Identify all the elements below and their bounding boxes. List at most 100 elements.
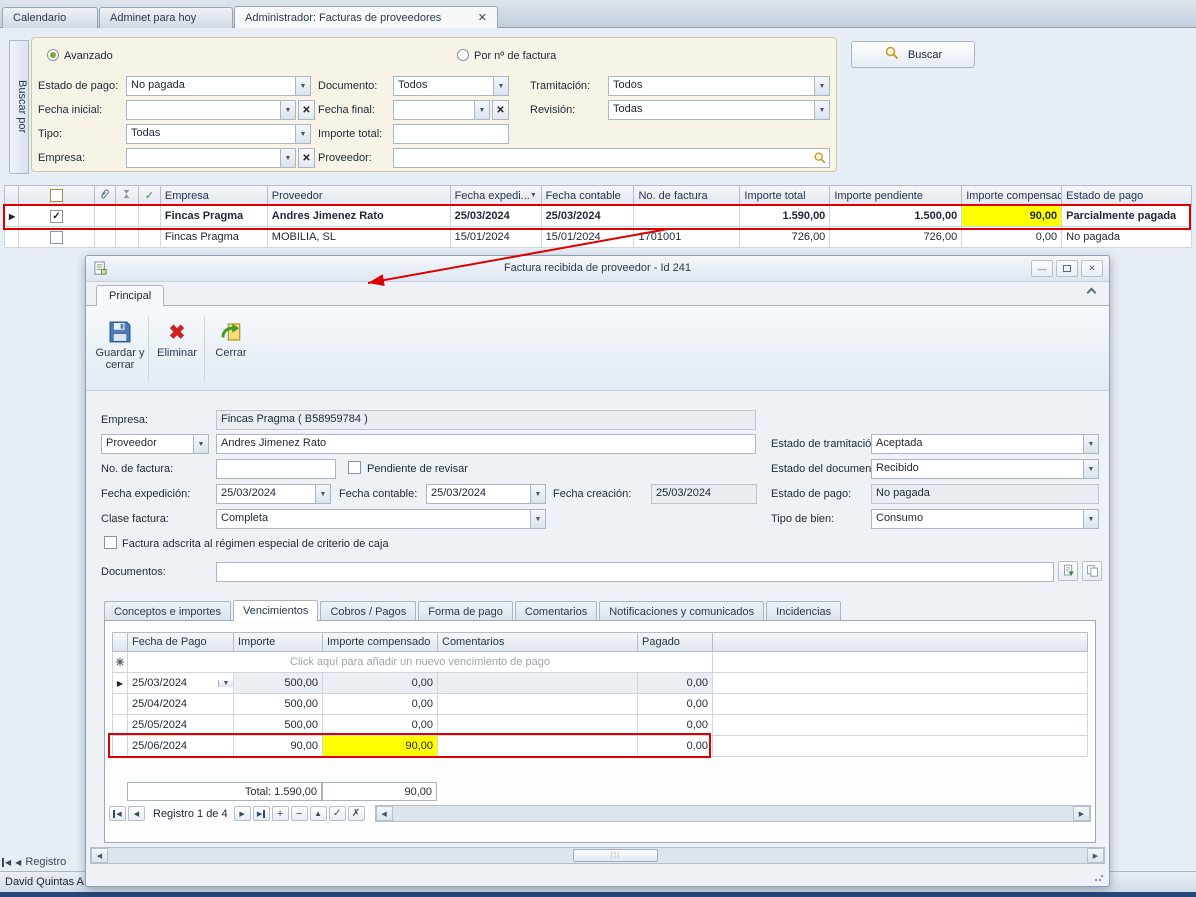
cell-comentarios[interactable]: [438, 694, 638, 715]
col-header-importe-total[interactable]: Importe total: [740, 185, 830, 206]
chevron-down-icon[interactable]: ▼: [1083, 435, 1098, 453]
venc-row-selected[interactable]: ▶ 25/03/2024▼ 500,00 0,00 0,00: [112, 673, 1088, 694]
cancel-edit-icon[interactable]: ✗: [348, 806, 365, 821]
tab-incidencias[interactable]: Incidencias: [766, 601, 841, 621]
chevron-down-icon[interactable]: ▼: [193, 435, 208, 453]
dialog-title-bar[interactable]: Factura recibida de proveedor - Id 241 —…: [86, 256, 1109, 282]
select-all-header[interactable]: [19, 185, 95, 206]
cell-importe-compensado[interactable]: 0,00: [323, 694, 438, 715]
estado-tramitacion-select[interactable]: Aceptada▼: [871, 434, 1099, 454]
cell-importe-compensado[interactable]: 0,00: [962, 227, 1062, 248]
pendiente-revisar-checkbox[interactable]: [348, 461, 361, 474]
cell-pagado[interactable]: 0,00: [638, 673, 713, 694]
last-record-icon[interactable]: ▶: [253, 806, 270, 821]
fecha-inicial-picker[interactable]: ▼: [126, 100, 296, 120]
fecha-final-picker[interactable]: ▼: [393, 100, 490, 120]
col-header-fecha-contable[interactable]: Fecha contable: [542, 185, 635, 206]
tramitacion-select[interactable]: Todos▼: [608, 76, 830, 96]
tab-comentarios[interactable]: Comentarios: [515, 601, 597, 621]
documento-select[interactable]: Todos▼: [393, 76, 509, 96]
attachment-column-header[interactable]: [95, 185, 116, 206]
cell-estado-pago[interactable]: Parcialmente pagada: [1062, 206, 1192, 227]
dlg-proveedor-field[interactable]: Andres Jimenez Rato: [216, 434, 756, 454]
restore-icon[interactable]: [1056, 260, 1078, 277]
cell-importe[interactable]: 500,00: [234, 715, 323, 736]
dialog-horizontal-scrollbar[interactable]: ◀ ⁞⁞⁞ ▶: [90, 847, 1105, 864]
chevron-down-icon[interactable]: ▼: [218, 680, 233, 687]
col-header-empresa[interactable]: Empresa: [161, 185, 268, 206]
documentos-field[interactable]: [216, 562, 1054, 582]
proveedor-input[interactable]: [393, 148, 830, 168]
next-record-icon[interactable]: ▶: [234, 806, 251, 821]
tab-calendario[interactable]: Calendario: [2, 7, 98, 28]
venc-row[interactable]: 25/05/2024 500,00 0,00 0,00: [112, 715, 1088, 736]
chevron-down-icon[interactable]: ▼: [295, 125, 310, 143]
invoice-row[interactable]: Fincas Pragma MOBILIA, SL 15/01/2024 15/…: [4, 227, 1192, 248]
chevron-down-icon[interactable]: ▼: [530, 485, 545, 503]
chevron-down-icon[interactable]: ▼: [280, 149, 295, 167]
fecha-contable-picker[interactable]: 25/03/2024▼: [426, 484, 546, 504]
cell-fecha-expedicion[interactable]: 15/01/2024: [451, 227, 542, 248]
cell-proveedor[interactable]: MOBILIA, SL: [268, 227, 451, 248]
tab-facturas-proveedores[interactable]: Administrador: Facturas de proveedores ✕: [234, 6, 498, 28]
fecha-expedicion-picker[interactable]: 25/03/2024▼: [216, 484, 331, 504]
scroll-right-icon[interactable]: ▶: [1073, 806, 1090, 821]
estado-pago-select[interactable]: No pagada▼: [126, 76, 311, 96]
clase-factura-select[interactable]: Completa▼: [216, 509, 546, 529]
chevron-down-icon[interactable]: ▼: [295, 77, 310, 95]
cell-importe-compensado-highlighted[interactable]: 90,00: [323, 736, 438, 757]
scroll-left-icon[interactable]: ◀: [376, 806, 393, 821]
col-header-importe[interactable]: Importe: [234, 632, 323, 652]
append-record-icon[interactable]: +: [272, 806, 289, 821]
cell-fecha-contable[interactable]: 25/03/2024: [542, 206, 635, 227]
add-document-button[interactable]: [1058, 561, 1078, 581]
attachment-cell[interactable]: [95, 227, 116, 248]
cell-empresa[interactable]: Fincas Pragma: [161, 206, 268, 227]
chevron-down-icon[interactable]: ▼: [474, 101, 489, 119]
delete-record-icon[interactable]: −: [291, 806, 308, 821]
cell-importe-pendiente[interactable]: 1.500,00: [830, 206, 962, 227]
pending-cell[interactable]: [116, 206, 139, 227]
first-record-icon[interactable]: ◀: [109, 806, 126, 821]
buscar-button[interactable]: Buscar: [851, 41, 975, 68]
venc-row[interactable]: 25/04/2024 500,00 0,00 0,00: [112, 694, 1088, 715]
reviewed-cell[interactable]: [139, 206, 161, 227]
pending-cell[interactable]: [116, 227, 139, 248]
reviewed-column-header[interactable]: ✓: [139, 185, 161, 206]
venc-row-annotated[interactable]: 25/06/2024 90,00 90,00 0,00: [112, 736, 1088, 757]
cell-importe-pendiente[interactable]: 726,00: [830, 227, 962, 248]
col-header-no-factura[interactable]: No. de factura: [634, 185, 740, 206]
first-record-icon[interactable]: ◀: [2, 858, 11, 867]
cell-importe-compensado[interactable]: 0,00: [323, 673, 438, 694]
cerrar-button[interactable]: Cerrar: [208, 311, 254, 387]
cell-no-factura[interactable]: 1701001: [634, 227, 740, 248]
new-row-prompt[interactable]: Click aquí para añadir un nuevo vencimie…: [128, 652, 713, 673]
cell-fecha-pago[interactable]: 25/04/2024: [128, 694, 234, 715]
chevron-down-icon[interactable]: ▼: [530, 510, 545, 528]
venc-horizontal-scrollbar[interactable]: ◀ ▶: [375, 805, 1091, 822]
previous-record-icon[interactable]: ◀: [15, 858, 21, 867]
cell-importe-total[interactable]: 726,00: [740, 227, 830, 248]
scroll-thumb[interactable]: ⁞⁞⁞: [573, 849, 658, 862]
col-header-fecha-pago[interactable]: Fecha de Pago: [128, 632, 234, 652]
cell-importe-compensado[interactable]: 0,00: [323, 715, 438, 736]
tipo-select[interactable]: Todas▼: [126, 124, 311, 144]
tab-forma-pago[interactable]: Forma de pago: [418, 601, 513, 621]
cell-pagado[interactable]: 0,00: [638, 715, 713, 736]
cell-importe[interactable]: 90,00: [234, 736, 323, 757]
pending-column-header[interactable]: [116, 185, 139, 206]
cell-empresa[interactable]: Fincas Pragma: [161, 227, 268, 248]
radio-por-numero-factura[interactable]: [457, 49, 469, 61]
scroll-track[interactable]: ⁞⁞⁞: [108, 848, 1087, 863]
chevron-down-icon[interactable]: ▼: [493, 77, 508, 95]
estado-documento-select[interactable]: Recibido▼: [871, 459, 1099, 479]
tab-notificaciones[interactable]: Notificaciones y comunicados: [599, 601, 764, 621]
dlg-no-factura-input[interactable]: [216, 459, 336, 479]
new-row[interactable]: ✳ Click aquí para añadir un nuevo vencim…: [112, 652, 1088, 673]
radio-avanzado[interactable]: [47, 49, 59, 61]
clear-empresa-icon[interactable]: ✕: [298, 148, 315, 168]
cell-pagado[interactable]: 0,00: [638, 736, 713, 757]
search-icon[interactable]: [813, 151, 827, 168]
col-header-importe-pendiente[interactable]: Importe pendiente: [830, 185, 962, 206]
chevron-down-icon[interactable]: ▼: [1083, 460, 1098, 478]
